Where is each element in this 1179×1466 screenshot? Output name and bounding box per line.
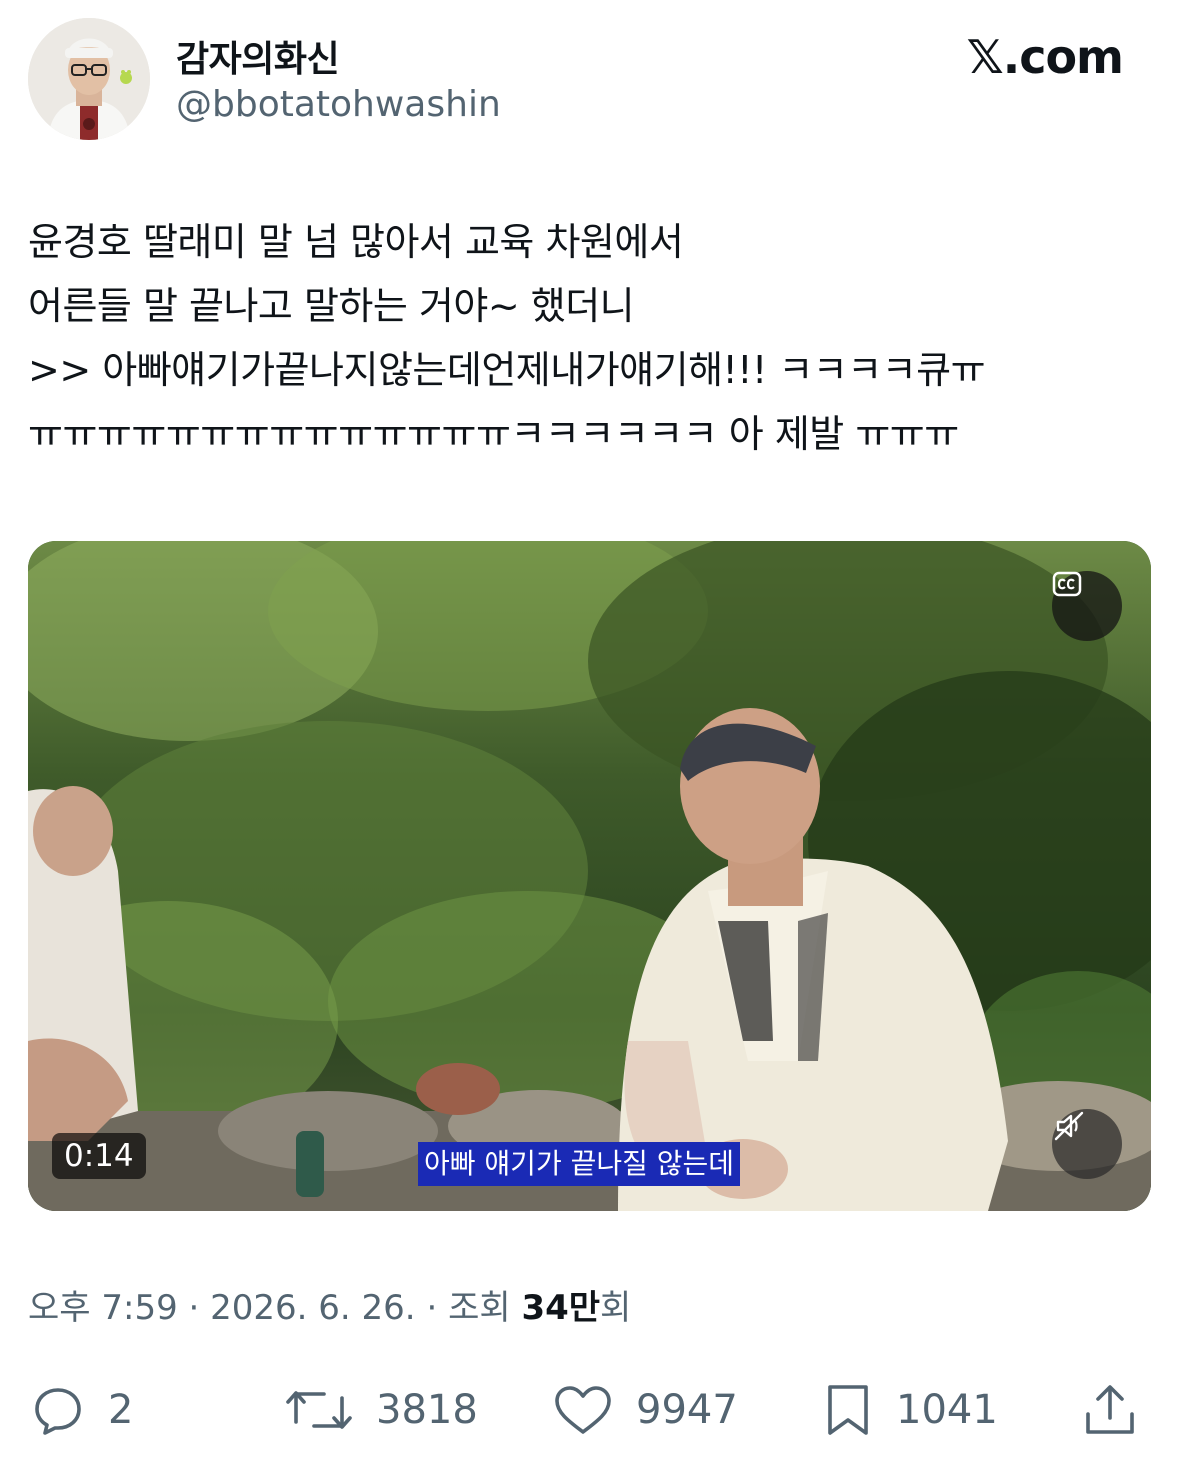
meta-separator: · [188, 1288, 211, 1328]
tweet-text-line: 어른들 말 끝나고 말하는 거야~ 했더니 [28, 284, 635, 328]
reply-button[interactable]: 2 [30, 1370, 133, 1450]
tweet-meta: 오후 7:59 · 2026. 6. 26. · 조회 34만회 [28, 1280, 631, 1329]
repost-icon [286, 1391, 352, 1429]
repost-button[interactable]: 3818 [284, 1370, 478, 1450]
tweet-time[interactable]: 오후 7:59 [28, 1288, 178, 1328]
bookmark-button[interactable]: 1041 [822, 1370, 998, 1450]
tweet-text-line: 윤경호 딸래미 말 넘 많아서 교육 차원에서 [28, 220, 684, 264]
meta-separator: · [426, 1288, 449, 1328]
author-display-name[interactable]: 감자의화신 [176, 30, 340, 82]
views-prefix: 조회 [448, 1288, 511, 1328]
source-label: 𝕏.com [966, 30, 1124, 84]
video-frame [28, 541, 1151, 1211]
mute-toggle-button[interactable] [1052, 1109, 1122, 1179]
views-count: 34만 [521, 1288, 601, 1328]
reply-count: 2 [108, 1387, 134, 1433]
tweet-text-line: ㅠㅠㅠㅠㅠㅠㅠㅠㅠㅠㅠㅠㅠㅠㅋㅋㅋㅋㅋㅋ 아 제발 ㅠㅠㅠ [28, 412, 959, 456]
like-count: 9947 [636, 1387, 738, 1433]
views-suffix: 회 [600, 1288, 632, 1328]
bookmark-count: 1041 [896, 1387, 998, 1433]
share-button[interactable] [1082, 1370, 1138, 1450]
video-subtitle: 아빠 얘기가 끝나질 않는데 [418, 1142, 741, 1186]
heart-icon [555, 1386, 611, 1434]
tweet-text-line: >> 아빠얘기가끝나지않는데언제내가얘기해!!! ㅋㅋㅋㅋ큐ㅠ [28, 348, 986, 392]
video-duration: 0:14 [52, 1133, 146, 1179]
reply-icon [35, 1388, 81, 1435]
author-avatar[interactable] [28, 18, 150, 140]
avatar-image [28, 18, 150, 140]
author-handle[interactable]: @bbotatohwashin [176, 84, 501, 125]
speaker-muted-icon [1054, 1111, 1084, 1141]
share-icon [1086, 1385, 1134, 1434]
action-bar: 2 3818 9947 1041 [0, 1370, 1179, 1450]
tweet-text: 윤경호 딸래미 말 넘 많아서 교육 차원에서 어른들 말 끝나고 말하는 거야… [28, 210, 1158, 466]
tweet-date[interactable]: 2026. 6. 26. [210, 1288, 415, 1328]
like-button[interactable]: 9947 [552, 1370, 738, 1450]
closed-captions-button[interactable] [1052, 571, 1122, 641]
repost-count: 3818 [376, 1387, 478, 1433]
closed-captions-icon [1052, 571, 1082, 597]
bookmark-icon [828, 1385, 868, 1435]
video-player[interactable]: 0:14 아빠 얘기가 끝나질 않는데 [28, 541, 1151, 1211]
